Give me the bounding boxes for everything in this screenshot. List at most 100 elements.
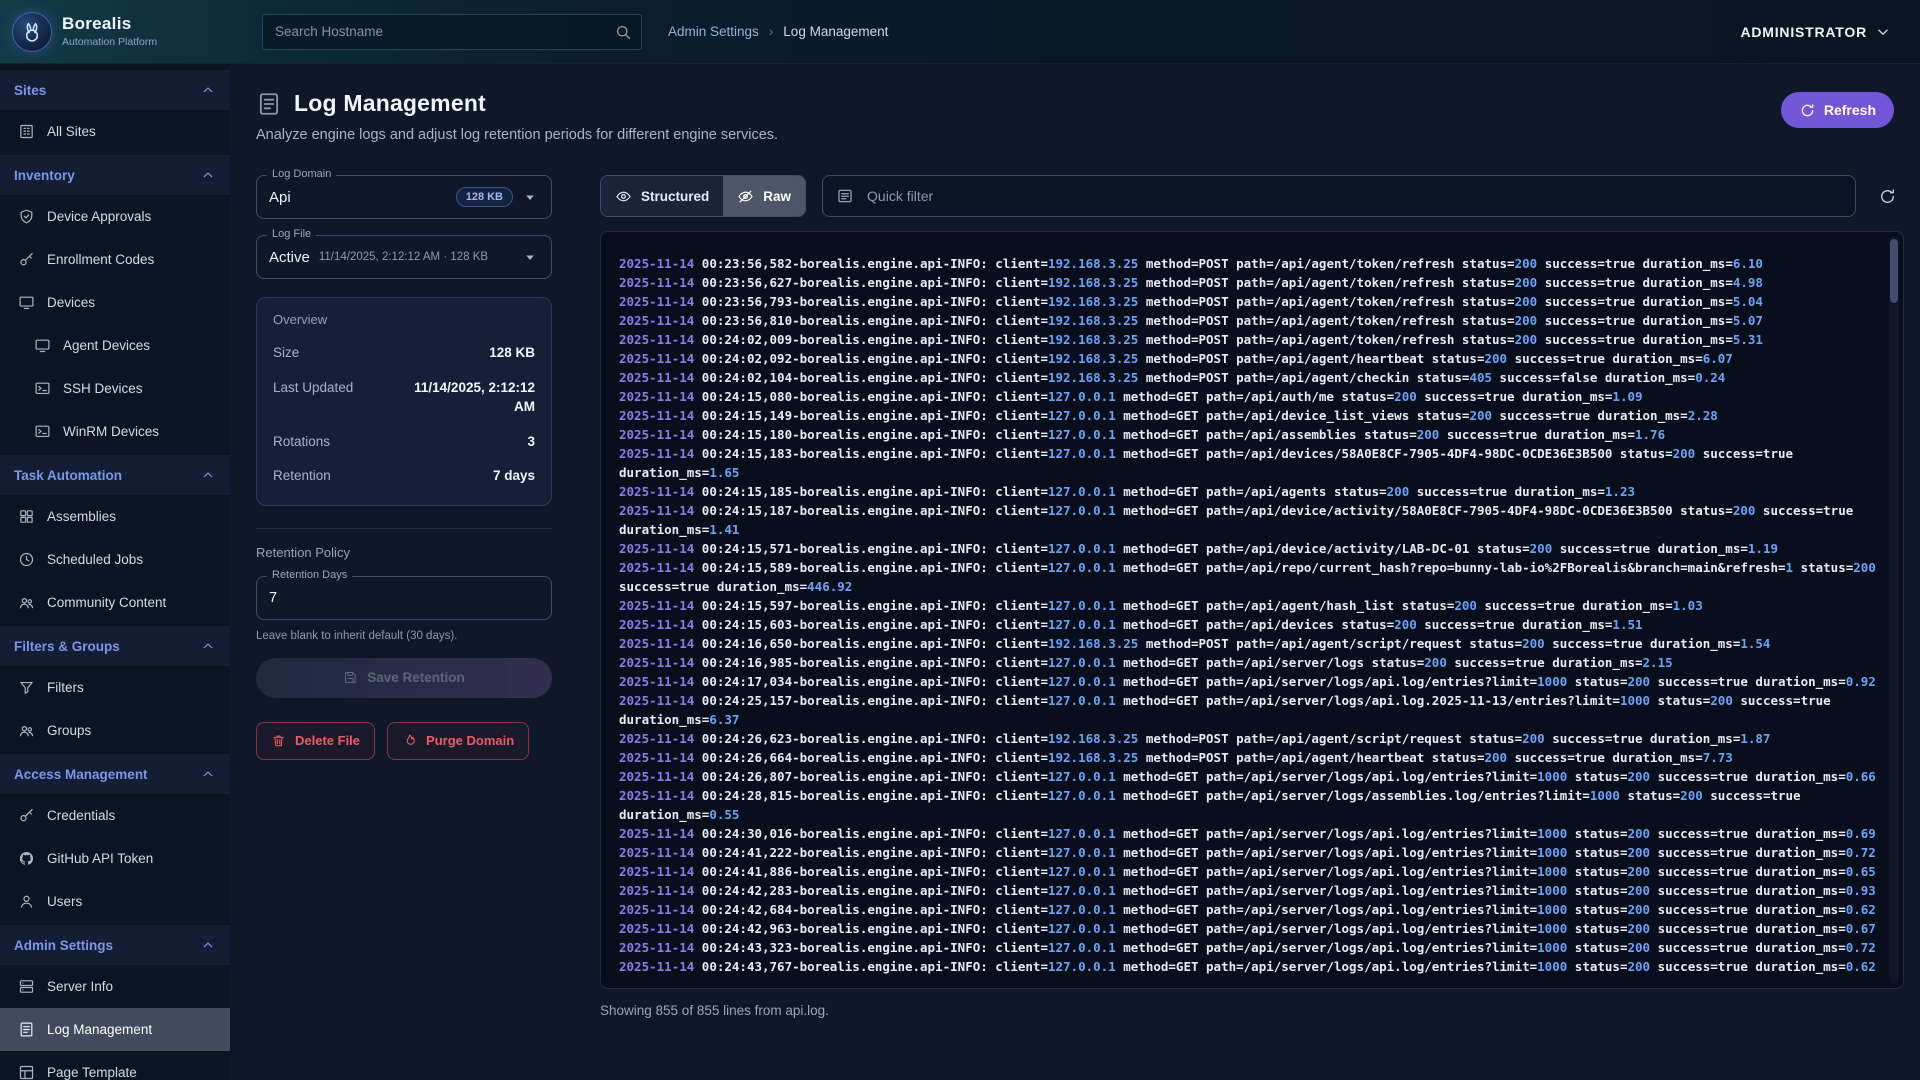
- sidebar-item-filters[interactable]: Filters: [0, 666, 230, 709]
- sidebar-section-header-sites[interactable]: Sites: [0, 70, 230, 110]
- sidebar-section-header-access-management[interactable]: Access Management: [0, 754, 230, 794]
- raw-view-label: Raw: [763, 189, 791, 204]
- breadcrumb: Admin Settings › Log Management: [668, 24, 888, 39]
- log-line: 2025-11-14 00:24:41,886-borealis.engine.…: [619, 862, 1889, 881]
- log-output[interactable]: 2025-11-14 00:23:56,582-borealis.engine.…: [601, 232, 1903, 989]
- log-line: 2025-11-14 00:23:56,582-borealis.engine.…: [619, 254, 1889, 273]
- sidebar-item-credentials[interactable]: Credentials: [0, 794, 230, 837]
- sidebar-item-devices[interactable]: Devices: [0, 281, 230, 324]
- log-line: 2025-11-14 00:24:15,183-borealis.engine.…: [619, 444, 1889, 482]
- overview-title: Overview: [273, 312, 535, 327]
- delete-file-button[interactable]: Delete File: [256, 722, 375, 760]
- overview-row-size: Size128 KB: [273, 343, 535, 363]
- sidebar-section-filters-groups: Filters & Groups Filters Groups: [0, 626, 230, 752]
- sidebar-item-all-sites[interactable]: All Sites: [0, 110, 230, 153]
- log-file-select[interactable]: Log File Active 11/14/2025, 2:12:12 AM ·…: [256, 235, 552, 279]
- retention-days-input[interactable]: [269, 590, 539, 606]
- log-file-label: Log File: [267, 228, 316, 240]
- log-line: 2025-11-14 00:24:25,157-borealis.engine.…: [619, 691, 1889, 729]
- sidebar: Sites All Sites InventoryDevice ApprovalsE…: [0, 64, 230, 1080]
- log-line: 2025-11-14 00:24:30,016-borealis.engine.…: [619, 824, 1889, 843]
- github-icon: [18, 850, 35, 867]
- log-line: 2025-11-14 00:24:15,080-borealis.engine.…: [619, 387, 1889, 406]
- sidebar-item-agent-devices[interactable]: Agent Devices: [0, 324, 230, 367]
- log-line: 2025-11-14 00:24:16,650-borealis.engine.…: [619, 634, 1889, 653]
- sidebar-section-header-inventory[interactable]: Inventory: [0, 155, 230, 195]
- quick-filter-input[interactable]: [822, 175, 1856, 217]
- search-input[interactable]: [262, 14, 642, 50]
- community-icon: [18, 594, 35, 611]
- key-icon: [18, 251, 35, 268]
- breadcrumb-log-management[interactable]: Log Management: [783, 24, 888, 39]
- overview-rows: Size128 KBLast Updated11/14/2025, 2:12:1…: [273, 343, 535, 486]
- sidebar-item-community-content[interactable]: Community Content: [0, 581, 230, 624]
- overview-value: 11/14/2025, 2:12:12 AM: [390, 378, 535, 417]
- page-title-row: Log Management: [256, 90, 1904, 117]
- overview-value: 7 days: [493, 466, 535, 486]
- user-menu[interactable]: ADMINISTRATOR: [1740, 23, 1892, 41]
- sidebar-section-header-admin-settings[interactable]: Admin Settings: [0, 925, 230, 965]
- breadcrumb-separator: ›: [769, 24, 774, 39]
- sidebar-section-header-task-automation[interactable]: Task Automation: [0, 455, 230, 495]
- sidebar-item-device-approvals[interactable]: Device Approvals: [0, 195, 230, 238]
- sidebar-item-winrm-devices[interactable]: WinRM Devices: [0, 410, 230, 453]
- log-icon: [18, 1021, 35, 1038]
- log-line: 2025-11-14 00:24:43,323-borealis.engine.…: [619, 938, 1889, 957]
- sidebar-item-ssh-devices[interactable]: SSH Devices: [0, 367, 230, 410]
- log-line: 2025-11-14 00:24:42,963-borealis.engine.…: [619, 919, 1889, 938]
- save-retention-label: Save Retention: [367, 670, 465, 685]
- sidebar-item-users[interactable]: Users: [0, 880, 230, 923]
- sidebar-item-label: Credentials: [47, 808, 115, 823]
- log-line: 2025-11-14 00:23:56,810-borealis.engine.…: [619, 311, 1889, 330]
- chevron-down-icon: [1874, 23, 1892, 41]
- sidebar-item-server-info[interactable]: Server Info: [0, 965, 230, 1008]
- sidebar-item-label: Log Management: [47, 1022, 152, 1037]
- log-domain-value: Api: [269, 189, 291, 206]
- sidebar-item-github-api-token[interactable]: GitHub API Token: [0, 837, 230, 880]
- sidebar-item-log-management[interactable]: Log Management: [0, 1008, 230, 1051]
- sidebar-item-label: Devices: [47, 295, 95, 310]
- page-subtitle: Analyze engine logs and adjust log reten…: [256, 127, 1904, 143]
- sidebar-section-inventory: InventoryDevice ApprovalsEnrollment Code…: [0, 155, 230, 453]
- log-domain-select[interactable]: Log Domain Api 128 KB: [256, 175, 552, 219]
- log-domain-size-badge: 128 KB: [456, 187, 513, 207]
- refresh-icon: [1878, 187, 1897, 206]
- purge-domain-button[interactable]: Purge Domain: [387, 722, 529, 760]
- sidebar-item-label: Community Content: [47, 595, 166, 610]
- server-icon: [18, 978, 35, 995]
- structured-view-button[interactable]: Structured: [601, 176, 723, 216]
- save-retention-button[interactable]: Save Retention: [256, 658, 552, 698]
- retention-policy-section: Retention Policy Retention Days Leave bl…: [256, 528, 552, 698]
- log-scrollbar-thumb[interactable]: [1890, 239, 1898, 303]
- sidebar-section-task-automation: Task AutomationAssembliesScheduled Jobs C…: [0, 455, 230, 624]
- sidebar-item-groups[interactable]: Groups: [0, 709, 230, 752]
- log-line: 2025-11-14 00:24:42,283-borealis.engine.…: [619, 881, 1889, 900]
- brand[interactable]: Borealis Automation Platform: [12, 12, 230, 52]
- chevron-up-icon: [200, 766, 216, 782]
- log-line: 2025-11-14 00:24:26,664-borealis.engine.…: [619, 748, 1889, 767]
- sidebar-section-header-filters-groups[interactable]: Filters & Groups: [0, 626, 230, 666]
- sidebar-item-label: Filters: [47, 680, 84, 695]
- log-refresh-button[interactable]: [1870, 179, 1904, 213]
- sites-icon: [18, 123, 35, 140]
- log-scrollbar[interactable]: [1889, 236, 1899, 984]
- log-file-value: Active: [269, 249, 310, 266]
- structured-view-label: Structured: [641, 189, 709, 204]
- template-icon: [18, 1064, 35, 1080]
- sidebar-item-assemblies[interactable]: Assemblies: [0, 495, 230, 538]
- sidebar-item-enrollment-codes[interactable]: Enrollment Codes: [0, 238, 230, 281]
- main-content: Log Management Analyze engine logs and a…: [230, 64, 1920, 1080]
- sidebar-item-scheduled-jobs[interactable]: Scheduled Jobs: [0, 538, 230, 581]
- sidebar-item-label: All Sites: [47, 124, 96, 139]
- layout: Sites All Sites InventoryDevice ApprovalsE…: [0, 64, 1920, 1080]
- sidebar-item-page-template[interactable]: Page Template: [0, 1051, 230, 1080]
- devices-icon: [18, 294, 35, 311]
- content: Log Domain Api 128 KB Log File Active 11…: [256, 175, 1904, 1018]
- refresh-button[interactable]: Refresh: [1781, 92, 1894, 128]
- log-line: 2025-11-14 00:24:16,985-borealis.engine.…: [619, 653, 1889, 672]
- sidebar-item-label: Agent Devices: [63, 338, 150, 353]
- breadcrumb-admin-settings[interactable]: Admin Settings: [668, 24, 759, 39]
- chevron-up-icon: [200, 467, 216, 483]
- search-icon: [614, 23, 632, 41]
- raw-view-button[interactable]: Raw: [723, 176, 805, 216]
